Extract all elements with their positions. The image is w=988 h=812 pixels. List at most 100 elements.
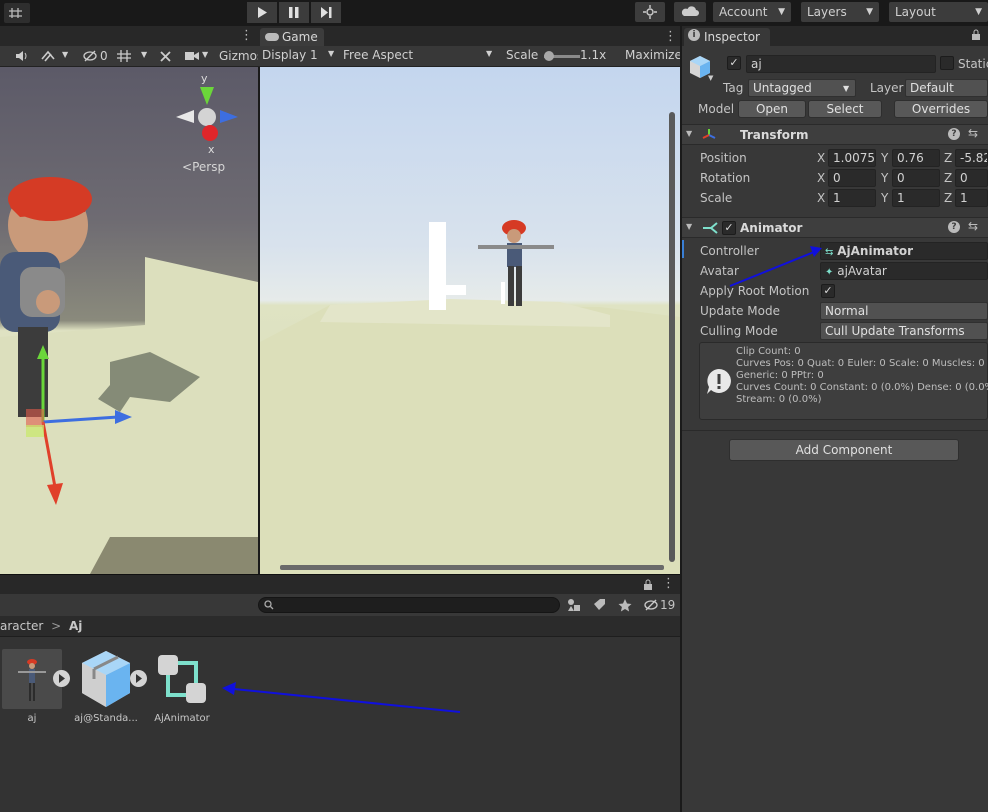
open-button[interactable]: Open [738,100,806,118]
active-checkbox[interactable]: ✓ [727,56,741,70]
collab-button[interactable] [635,2,665,22]
transform-header[interactable]: ▼ Transform ? ⇆ [682,124,988,145]
animator-controller-icon: ⇆ [825,247,834,258]
display-dropdown[interactable]: Display 1 ▼ [262,48,340,62]
transform-icon [702,129,716,139]
scale-z-field[interactable]: 1 [955,189,988,207]
presets-icon[interactable]: ⇆ [968,126,978,140]
rotation-z-field[interactable]: 0 [955,169,988,187]
asset-aj-animator[interactable] [152,649,212,709]
help-icon[interactable]: ? [948,128,960,140]
rotation-x-field[interactable]: 0 [828,169,876,187]
presets-icon[interactable]: ⇆ [968,219,978,233]
animator-info-text: Clip Count: 0 Curves Pos: 0 Quat: 0 Eule… [736,346,988,406]
panel-menu-icon[interactable]: ⋮ [662,576,675,591]
select-button[interactable]: Select [808,100,882,118]
position-label: Position [700,151,747,165]
inspector-scrollbar[interactable] [669,112,675,562]
account-label: Account [719,5,768,19]
scene-viewport[interactable]: y x <Persp [0,67,258,574]
scale-slider[interactable] [544,51,580,61]
label-icon[interactable] [593,598,607,612]
tab-game[interactable]: Game [260,28,324,46]
lock-icon[interactable] [643,579,653,591]
chevron-down-icon: ▼ [843,84,850,93]
hidden-packages-icon[interactable] [643,599,659,611]
position-x-field[interactable]: 1.00753 [828,149,876,167]
play-button[interactable] [247,2,277,23]
gizmos-dropdown[interactable]: Gizmos [219,49,263,63]
scale-z-axis: Z [944,191,953,205]
static-checkbox[interactable] [940,56,954,70]
maximize-toggle[interactable]: Maximize [625,48,682,62]
tab-inspector[interactable]: i Inspector [684,28,770,46]
audio-icon[interactable] [14,49,30,63]
panel-menu-icon[interactable]: ⋮ [240,28,253,43]
breadcrumb-current[interactable]: Aj [69,619,82,633]
persp-label[interactable]: <Persp [182,160,225,174]
tools-icon[interactable] [158,49,174,63]
hidden-objects-icon[interactable] [82,49,98,63]
animator-info-box: Clip Count: 0 Curves Pos: 0 Quat: 0 Eule… [699,342,988,420]
avatar-field[interactable]: ✦ ajAvatar [820,262,988,280]
panel-menu-icon[interactable]: ⋮ [664,29,677,44]
aspect-label: Free Aspect [343,48,414,62]
avatar-icon: ✦ [825,267,834,278]
project-search-input[interactable] [258,597,560,613]
position-y-field[interactable]: 0.76 [892,149,940,167]
add-component-button[interactable]: Add Component [729,439,959,461]
effects-icon[interactable] [40,49,56,63]
update-mode-dropdown[interactable]: Normal [820,302,988,320]
account-dropdown[interactable]: Account ▼ [713,2,791,22]
culling-mode-label: Culling Mode [700,324,778,338]
overrides-button[interactable]: Overrides [894,100,988,118]
position-z-field[interactable]: -5.82 [955,149,988,167]
expand-asset-button[interactable] [130,670,147,687]
scale-y-field[interactable]: 1 [892,189,940,207]
gamepad-icon [265,33,279,41]
rotation-y-field[interactable]: 0 [892,169,940,187]
grid-icon[interactable] [116,49,132,63]
scale-slider-thumb[interactable] [544,51,554,61]
chevron-down-icon[interactable]: ▼ [202,50,208,59]
filter-type-icon[interactable] [566,598,582,612]
grid-snap-icon[interactable] [4,3,30,23]
game-viewport[interactable] [258,67,680,574]
apply-root-motion-checkbox[interactable]: ✓ [821,284,835,298]
pause-button[interactable] [279,2,309,23]
step-button[interactable] [311,2,341,23]
culling-mode-dropdown[interactable]: Cull Update Transforms [820,322,988,340]
layer-value: Default [910,81,954,95]
aspect-dropdown[interactable]: Free Aspect ▼ [343,48,498,62]
gizmo-x-label: x [208,143,215,156]
info-icon: i [688,29,700,41]
cloud-button[interactable] [674,2,706,22]
object-name-input[interactable]: aj [746,55,936,73]
help-icon[interactable]: ? [948,221,960,233]
chevron-down-icon[interactable]: ▼ [62,50,68,59]
chevron-down-icon[interactable]: ▼ [141,50,147,59]
asset-aj-standard-model[interactable] [76,649,136,709]
expand-asset-button[interactable] [53,670,70,687]
controller-field[interactable]: ⇆ AjAnimator [820,242,988,260]
scale-x-field[interactable]: 1 [828,189,876,207]
scale-y-axis: Y [881,191,889,205]
chevron-down-icon[interactable]: ▼ [708,74,713,82]
star-icon[interactable] [618,598,632,612]
camera-icon[interactable] [184,50,200,62]
gizmo-y-label: y [201,72,208,85]
animator-title: Animator [740,221,803,235]
lock-icon[interactable] [971,29,981,41]
layer-dropdown[interactable]: Default [905,79,988,97]
animator-enabled-checkbox[interactable]: ✓ [722,221,736,235]
layout-dropdown[interactable]: Layout ▼ [889,2,988,22]
chevron-down-icon: ▼ [328,49,335,58]
chevron-left-icon: < [182,160,193,174]
hidden-packages-count: 19 [660,598,676,612]
info-line: Curves Count: 0 Constant: 0 (0.0%) Dense… [736,382,988,393]
tag-dropdown[interactable]: Untagged ▼ [748,79,856,97]
animator-header[interactable]: ▼ ✓ Animator ? ⇆ [682,217,988,238]
breadcrumb-item[interactable]: aracter [0,619,43,633]
layers-dropdown[interactable]: Layers ▼ [801,2,879,22]
play-arrow-icon [59,674,65,683]
